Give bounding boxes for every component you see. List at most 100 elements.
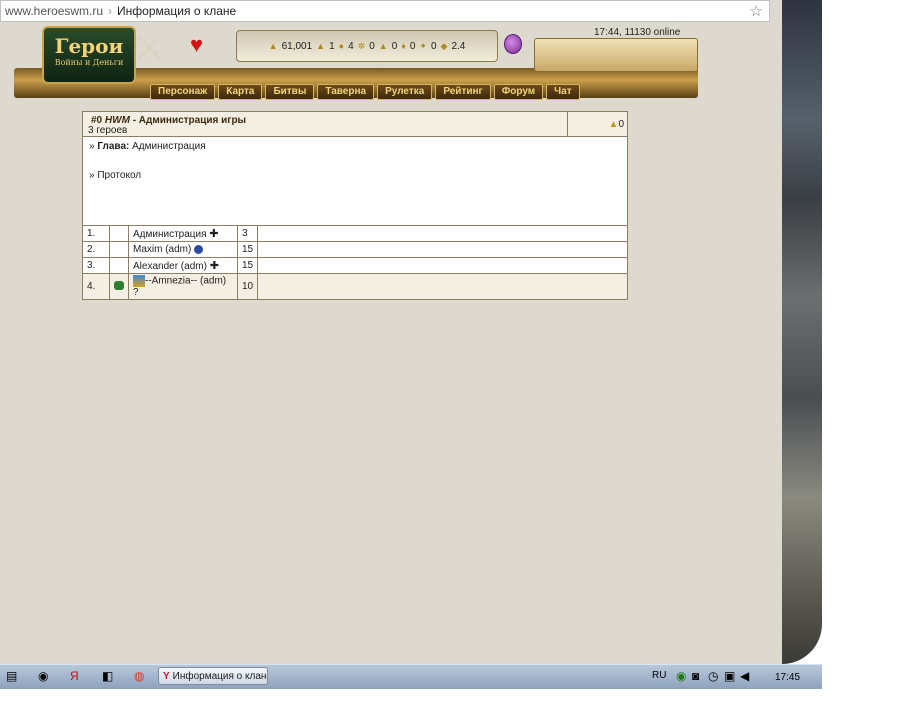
- menu-item-roulette[interactable]: Рулетка: [377, 84, 433, 100]
- online-status-icon: [114, 280, 124, 290]
- mana-potion-icon[interactable]: [504, 34, 522, 54]
- member-name[interactable]: Администрация: [133, 229, 207, 240]
- ore-icon: ●: [338, 41, 345, 51]
- member-number: 2.: [82, 241, 110, 258]
- page-title: Информация о клане: [117, 4, 237, 18]
- member-level: 3: [236, 225, 259, 242]
- language-indicator[interactable]: RU: [652, 670, 666, 681]
- sword-icon: ⚔: [134, 29, 165, 67]
- address-bar[interactable]: www.heroeswm.ru › Информация о клане ☆: [0, 0, 770, 22]
- clan-gold: ▲0: [567, 112, 627, 136]
- gold-amount: 61,001: [281, 40, 313, 52]
- clan-head-row: » Глава: Администрация: [89, 141, 621, 152]
- sulfur-icon: ▲: [378, 41, 388, 51]
- desktop-wallpaper: [782, 0, 822, 664]
- member-name-cell: --Amnezia-- (adm)?: [128, 273, 238, 300]
- member-extra: [257, 241, 628, 258]
- health-heart-icon[interactable]: ♥: [190, 32, 203, 58]
- main-menu: Персонаж Карта Битвы Таверна Рулетка Рей…: [150, 84, 580, 100]
- member-status-cell: [109, 257, 129, 274]
- table-row: 1. Администрация ✚ 3: [82, 225, 628, 242]
- cross-icon: ✚: [209, 260, 219, 272]
- member-level: 10: [236, 273, 259, 300]
- clan-info-box: #0 HWM - Администрация игры 3 героев ▲0 …: [82, 111, 628, 226]
- blue-orb-icon: [194, 244, 204, 254]
- question-icon: ?: [133, 287, 139, 298]
- mercury-icon: ✲: [357, 40, 366, 51]
- active-window-button[interactable]: YИнформация о клане...: [158, 667, 268, 685]
- url-separator: ›: [108, 4, 113, 18]
- taskbar: ▤ ◉ Я ◧ ◍ YИнформация о клане... RU ◉ ◙ …: [0, 664, 822, 689]
- member-status-cell: [109, 273, 129, 300]
- yandex-icon[interactable]: Я: [70, 669, 79, 683]
- member-extra: [257, 225, 628, 242]
- browser-window: www.heroeswm.ru › Информация о клане ☆ Г…: [0, 0, 782, 664]
- wood-amount: 1: [329, 40, 335, 52]
- sulfur-amount: 0: [391, 40, 398, 52]
- clan-header: #0 HWM - Администрация игры 3 героев ▲0: [83, 112, 627, 137]
- resources-bar: ▲ 61,001 ▲ 1 ● 4 ✲ 0 ▲ 0 ♦ 0 ✦ 0 ◆ 2.4: [236, 30, 498, 62]
- table-row: 2. Maxim (adm) 15: [82, 241, 628, 258]
- yandex-browser-icon: Y: [163, 671, 170, 682]
- member-number: 4.: [82, 273, 110, 300]
- ore-amount: 4: [348, 40, 354, 52]
- media-icon[interactable]: ◧: [102, 669, 113, 683]
- clan-gold-value: 0: [618, 119, 624, 130]
- gold-icon: ▲: [268, 41, 278, 51]
- diamond-amount: 2.4: [451, 40, 466, 52]
- avatar-icon: [133, 275, 145, 287]
- bookmark-star-icon[interactable]: ☆: [750, 2, 763, 20]
- mercury-amount: 0: [369, 40, 375, 52]
- member-level: 15: [236, 257, 259, 274]
- member-level: 15: [236, 241, 259, 258]
- member-name-cell: Администрация ✚: [128, 225, 238, 242]
- display-icon[interactable]: ▣: [724, 669, 735, 683]
- gold-icon: ▲: [608, 119, 619, 130]
- game-logo[interactable]: Герои Войны и Деньги: [42, 26, 136, 84]
- member-number: 3.: [82, 257, 110, 274]
- clan-title: - Администрация игры: [132, 115, 247, 126]
- menu-item-rating[interactable]: Рейтинг: [435, 84, 491, 100]
- diamond-icon: ◆: [440, 40, 448, 51]
- member-extra: [257, 273, 628, 300]
- clock[interactable]: 17:45: [775, 672, 800, 683]
- head-value[interactable]: Администрация: [132, 141, 206, 152]
- crystal-amount: 0: [409, 40, 416, 52]
- table-row: 4. --Amnezia-- (adm)? 10: [82, 273, 628, 300]
- chrome-icon[interactable]: ◍: [134, 669, 144, 683]
- menu-item-character[interactable]: Персонаж: [150, 84, 216, 100]
- member-status-cell: [109, 241, 129, 258]
- game-header: Герои Войны и Деньги ⚔ ♥ ▲ 61,001 ▲ 1 ● 4 ✲…: [14, 24, 698, 100]
- menu-item-chat[interactable]: Чат: [546, 84, 580, 100]
- start-icon[interactable]: ▤: [6, 669, 17, 683]
- member-number: 1.: [82, 225, 110, 242]
- member-name[interactable]: Alexander (adm): [133, 261, 207, 272]
- menu-item-battles[interactable]: Битвы: [265, 84, 315, 100]
- head-label: Глава:: [97, 141, 130, 152]
- menu-item-tavern[interactable]: Таверна: [317, 84, 375, 100]
- head-prefix: »: [89, 141, 95, 152]
- wood-icon: ▲: [316, 41, 326, 51]
- volume-icon[interactable]: ◀: [740, 669, 749, 683]
- app-tray-icon[interactable]: ◙: [692, 669, 699, 683]
- clan-member-count: 3 героев: [88, 125, 128, 136]
- clock-tray-icon[interactable]: ◷: [708, 669, 718, 683]
- crystal-icon: ♦: [401, 41, 406, 51]
- protocol-link[interactable]: » Протокол: [89, 170, 621, 181]
- menu-item-forum[interactable]: Форум: [493, 84, 544, 100]
- member-name[interactable]: --Amnezia-- (adm): [145, 276, 226, 287]
- time-online: 17:44, 11130 online: [594, 27, 681, 38]
- cross-icon: ✚: [209, 228, 219, 240]
- member-name[interactable]: Maxim (adm): [133, 244, 191, 255]
- url-text: www.heroeswm.ru: [5, 4, 104, 18]
- ie-icon[interactable]: ◉: [38, 669, 48, 683]
- active-window-title: Информация о клане...: [172, 671, 267, 682]
- member-extra: [257, 257, 628, 274]
- network-icon[interactable]: ◉: [676, 669, 686, 683]
- table-row: 3. Alexander (adm) ✚ 15: [82, 257, 628, 274]
- menu-item-map[interactable]: Карта: [218, 84, 263, 100]
- member-status-cell: [109, 225, 129, 242]
- castle-banner: [534, 38, 698, 72]
- desktop-area: [782, 0, 900, 664]
- member-name-cell: Maxim (adm): [128, 241, 238, 258]
